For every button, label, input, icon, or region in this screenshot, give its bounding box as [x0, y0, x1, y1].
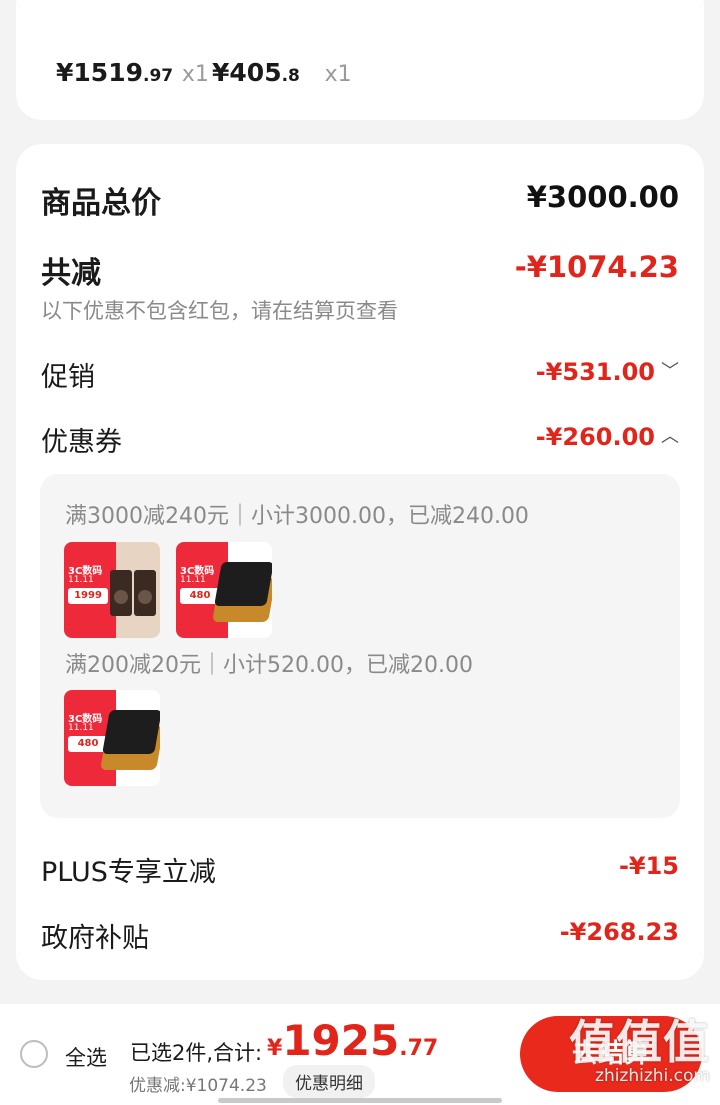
total-price-value: ¥3000.00	[526, 180, 679, 214]
coupon-rule-2: 满200减20元｜小计520.00，已减20.00	[65, 653, 473, 678]
radio-unchecked-icon[interactable]	[20, 1040, 48, 1068]
promo-row-toggle[interactable]: -¥531.00 ﹀	[536, 357, 679, 386]
coupon-value: -¥260.00	[535, 423, 655, 451]
selected-count-text: 已选2件,合计:	[130, 1041, 263, 1065]
chevron-down-icon: ﹀	[661, 361, 679, 382]
product-thumb-speakers[interactable]: 3C数码 11.11 1999	[64, 542, 160, 638]
site-watermark: 值值值 zhizhizhi.com	[569, 1018, 710, 1086]
cd-player-lid-icon	[214, 562, 272, 606]
grand-total-dec: .77	[399, 1036, 439, 1061]
promo-label: 促销	[41, 362, 95, 393]
thumb-price: 1999	[68, 588, 108, 604]
coupon-label: 优惠券	[41, 427, 122, 458]
item-price-card: ¥1519.97 x1 ¥405.8 x1	[16, 0, 704, 120]
item-price-2-int: 405	[229, 58, 282, 87]
product-thumb-cd-player-2[interactable]: 3C数码 11.11 480	[64, 690, 160, 786]
total-reduction-value: -¥1074.23	[514, 250, 679, 284]
watermark-logo: 值值值	[569, 1015, 710, 1069]
promo-value: -¥531.00	[535, 358, 655, 386]
speaker-right-icon	[134, 570, 156, 616]
cd-player-lid-icon	[102, 710, 160, 754]
item-price-2-qty: x1	[324, 62, 352, 87]
grand-total: ¥1925.77	[267, 1016, 438, 1065]
watermark-url: zhizhizhi.com	[595, 1066, 710, 1086]
coupon-rule-1: 满3000减240元｜小计3000.00，已减240.00	[65, 504, 529, 529]
thumb-date: 11.11	[180, 575, 206, 585]
item-price-2-currency: ¥	[212, 58, 230, 87]
thumb-date: 11.11	[68, 723, 94, 733]
chevron-up-icon: ︿	[661, 426, 679, 447]
promo-tag: 3C数码 11.11 1999	[64, 542, 116, 638]
total-price-label: 商品总价	[41, 186, 161, 221]
thumb-date: 11.11	[68, 575, 94, 585]
gov-subsidy-label: 政府补贴	[41, 923, 149, 954]
gov-subsidy-value: -¥268.23	[559, 918, 679, 946]
home-indicator	[218, 1098, 502, 1103]
coupon-details-panel: 满3000减240元｜小计3000.00，已减240.00 3C数码 11.11…	[40, 474, 680, 818]
item-price-2-dec: .8	[281, 66, 300, 86]
total-reduction-label: 共减	[41, 256, 101, 291]
item-price-1-int: 1519	[73, 58, 143, 87]
item-price-2: ¥405.8 x1	[212, 58, 352, 87]
grand-total-int: 1925	[282, 1016, 400, 1065]
coupon-row-toggle[interactable]: -¥260.00 ︿	[536, 422, 679, 451]
item-price-1-qty: x1	[181, 62, 209, 87]
item-price-1: ¥1519.97 x1	[56, 58, 209, 87]
item-price-1-dec: .97	[143, 66, 174, 86]
grand-total-currency: ¥	[267, 1036, 283, 1061]
discount-summary: 优惠减:¥1074.23	[129, 1076, 267, 1096]
select-all-label[interactable]: 全选	[65, 1042, 107, 1072]
plus-discount-value: -¥15	[618, 852, 679, 880]
product-thumb-cd-player[interactable]: 3C数码 11.11 480	[176, 542, 272, 638]
item-price-1-currency: ¥	[56, 58, 74, 87]
speaker-left-icon	[110, 570, 132, 616]
plus-discount-label: PLUS专享立减	[41, 857, 216, 888]
discount-detail-button[interactable]: 优惠明细	[283, 1065, 375, 1098]
reduction-note: 以下优惠不包含红包，请在结算页查看	[41, 299, 398, 323]
price-summary-card: 商品总价 ¥3000.00 共减 -¥1074.23 以下优惠不包含红包，请在结…	[16, 144, 704, 980]
